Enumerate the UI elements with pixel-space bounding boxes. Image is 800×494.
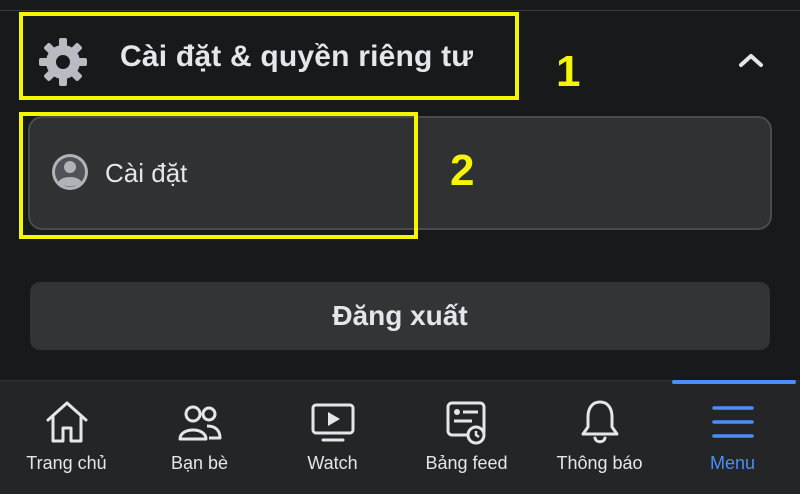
feed-icon	[446, 401, 485, 445]
nav-item-friends[interactable]: Bạn bè	[133, 381, 266, 494]
annotation-box-2	[19, 112, 418, 239]
annotation-number-2: 2	[450, 146, 475, 195]
logout-button[interactable]: Đăng xuất	[30, 282, 770, 350]
bottom-nav-bar: Trang chủ Bạn bè Watch Bảng feed Thông b…	[0, 380, 800, 494]
home-icon	[46, 401, 87, 443]
active-tab-indicator	[672, 380, 796, 384]
bell-icon	[581, 400, 618, 444]
friends-icon	[178, 405, 221, 441]
top-divider	[0, 10, 800, 11]
nav-label-friends: Bạn bè	[170, 453, 229, 473]
annotation-box-1	[19, 12, 519, 100]
nav-label-notifications: Thông báo	[556, 453, 643, 473]
nav-item-menu[interactable]: Menu	[666, 381, 799, 494]
chevron-up-icon[interactable]	[736, 50, 766, 70]
nav-label-home: Trang chủ	[26, 453, 107, 473]
nav-label-watch: Watch	[307, 453, 358, 473]
menu-icon	[711, 406, 754, 438]
nav-label-menu: Menu	[709, 453, 756, 473]
nav-item-feed[interactable]: Bảng feed	[400, 381, 533, 494]
nav-item-notifications[interactable]: Thông báo	[533, 381, 666, 494]
nav-item-home[interactable]: Trang chủ	[0, 381, 133, 494]
annotation-number-1: 1	[556, 47, 581, 96]
nav-label-feed: Bảng feed	[425, 453, 508, 473]
nav-item-watch[interactable]: Watch	[266, 381, 399, 494]
watch-icon	[311, 403, 354, 442]
